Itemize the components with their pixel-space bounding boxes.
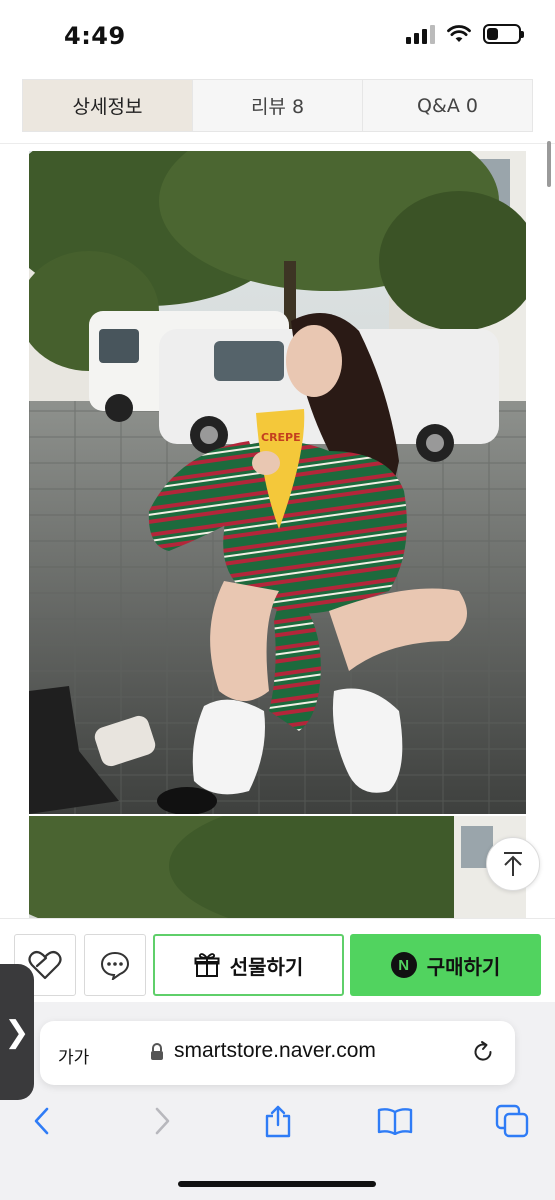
reload-icon[interactable] bbox=[470, 1039, 496, 1065]
scrollbar[interactable] bbox=[547, 141, 551, 187]
lock-icon bbox=[151, 1043, 163, 1060]
battery-icon bbox=[483, 24, 524, 44]
product-photo-second-illustration bbox=[29, 816, 526, 918]
text-size-button[interactable]: 가가 bbox=[58, 1043, 89, 1068]
buy-button-label: 구매하기 bbox=[426, 954, 501, 979]
naver-pay-badge: N bbox=[390, 952, 417, 978]
address-bar[interactable]: 가가 smartstore.naver.com bbox=[40, 1021, 515, 1085]
bookmarks-button[interactable] bbox=[376, 1102, 414, 1140]
bookmarks-icon bbox=[377, 1108, 413, 1135]
crepe-cup-text: CREPE bbox=[261, 431, 301, 444]
gift-icon bbox=[194, 953, 220, 977]
product-photo: CREPE bbox=[29, 151, 526, 814]
talk-button[interactable] bbox=[84, 934, 146, 996]
back-icon bbox=[34, 1107, 49, 1135]
side-panel-handle[interactable]: ❯ bbox=[0, 964, 34, 1100]
url-text: smartstore.naver.com bbox=[174, 1039, 376, 1062]
back-to-top-icon bbox=[504, 852, 522, 876]
tab-details[interactable]: 상세정보 bbox=[23, 80, 193, 131]
gift-button-label: 선물하기 bbox=[229, 954, 304, 979]
purchase-bar: 선물하기 N 구매하기 bbox=[0, 918, 555, 1002]
tab-reviews[interactable]: 리뷰 8 bbox=[193, 80, 363, 131]
wifi-icon bbox=[447, 25, 471, 42]
browser-chrome: 가가 smartstore.naver.com bbox=[0, 1002, 555, 1200]
tabs-icon bbox=[495, 1104, 529, 1138]
tab-divider bbox=[0, 143, 555, 144]
cellular-signal-icon bbox=[406, 24, 435, 44]
back-to-top-button[interactable] bbox=[486, 837, 540, 891]
chat-icon bbox=[100, 951, 130, 980]
gift-button[interactable]: 선물하기 bbox=[153, 934, 344, 996]
home-indicator bbox=[178, 1181, 376, 1187]
buy-button[interactable]: N 구매하기 bbox=[350, 934, 541, 996]
status-icons bbox=[406, 24, 524, 44]
share-icon bbox=[265, 1105, 291, 1138]
status-time: 4:49 bbox=[64, 22, 126, 50]
product-photo-second bbox=[29, 816, 526, 918]
forward-button[interactable] bbox=[150, 1102, 174, 1140]
forward-icon bbox=[155, 1107, 170, 1135]
product-tabs: 상세정보 리뷰 8 Q&A 0 bbox=[22, 79, 533, 132]
tab-qna[interactable]: Q&A 0 bbox=[363, 80, 532, 131]
back-button[interactable] bbox=[28, 1102, 56, 1140]
share-button[interactable] bbox=[262, 1102, 294, 1140]
tabs-button[interactable] bbox=[494, 1102, 530, 1140]
product-photo-illustration: CREPE bbox=[29, 151, 526, 814]
status-bar: 4:49 bbox=[0, 0, 555, 74]
